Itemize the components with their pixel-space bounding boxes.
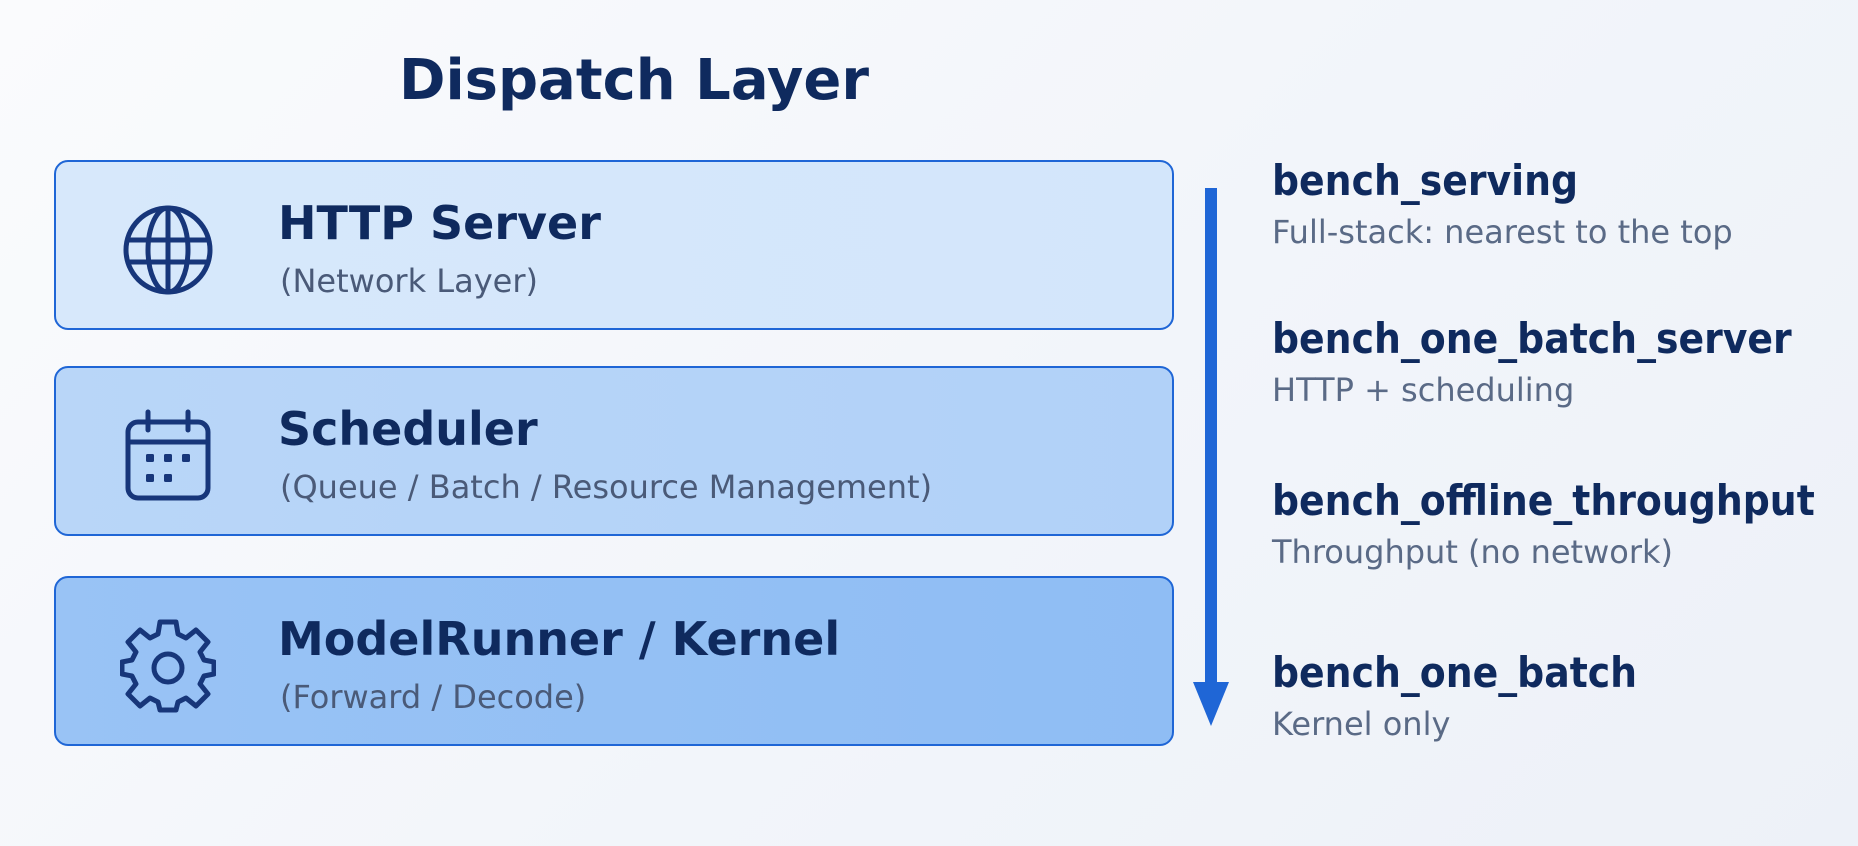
layer-subtitle: (Queue / Batch / Resource Management): [280, 468, 933, 506]
calendar-icon: [120, 408, 216, 504]
benchmark-name: bench_serving: [1272, 156, 1579, 205]
benchmark-entry: bench_one_batch_server HTTP + scheduling: [1272, 314, 1792, 409]
benchmark-entry: bench_one_batch Kernel only: [1272, 648, 1637, 743]
benchmark-description: Throughput (no network): [1272, 533, 1673, 571]
layer-modelrunner-kernel: ModelRunner / Kernel (Forward / Decode): [54, 576, 1174, 746]
globe-icon: [120, 202, 216, 298]
layer-subtitle: (Network Layer): [280, 262, 538, 300]
benchmark-entry: bench_offline_throughput Throughput (no …: [1272, 476, 1815, 571]
diagram-title: Dispatch Layer: [398, 48, 870, 113]
benchmark-entry: bench_serving Full-stack: nearest to the…: [1272, 156, 1733, 251]
down-arrow: [1192, 188, 1230, 726]
benchmark-description: HTTP + scheduling: [1272, 371, 1575, 409]
layer-name: ModelRunner / Kernel: [278, 612, 841, 666]
layer-scheduler: Scheduler (Queue / Batch / Resource Mana…: [54, 366, 1174, 536]
layer-subtitle: (Forward / Decode): [280, 678, 587, 716]
benchmark-name: bench_one_batch: [1272, 648, 1638, 697]
layer-name: HTTP Server: [278, 196, 601, 250]
benchmark-description: Full-stack: nearest to the top: [1272, 213, 1733, 251]
layer-http-server: HTTP Server (Network Layer): [54, 160, 1174, 330]
benchmark-name: bench_one_batch_server: [1272, 314, 1792, 363]
benchmark-name: bench_offline_throughput: [1272, 476, 1815, 525]
layer-name: Scheduler: [278, 402, 538, 456]
benchmark-description: Kernel only: [1272, 705, 1451, 743]
gear-icon: [120, 618, 216, 714]
